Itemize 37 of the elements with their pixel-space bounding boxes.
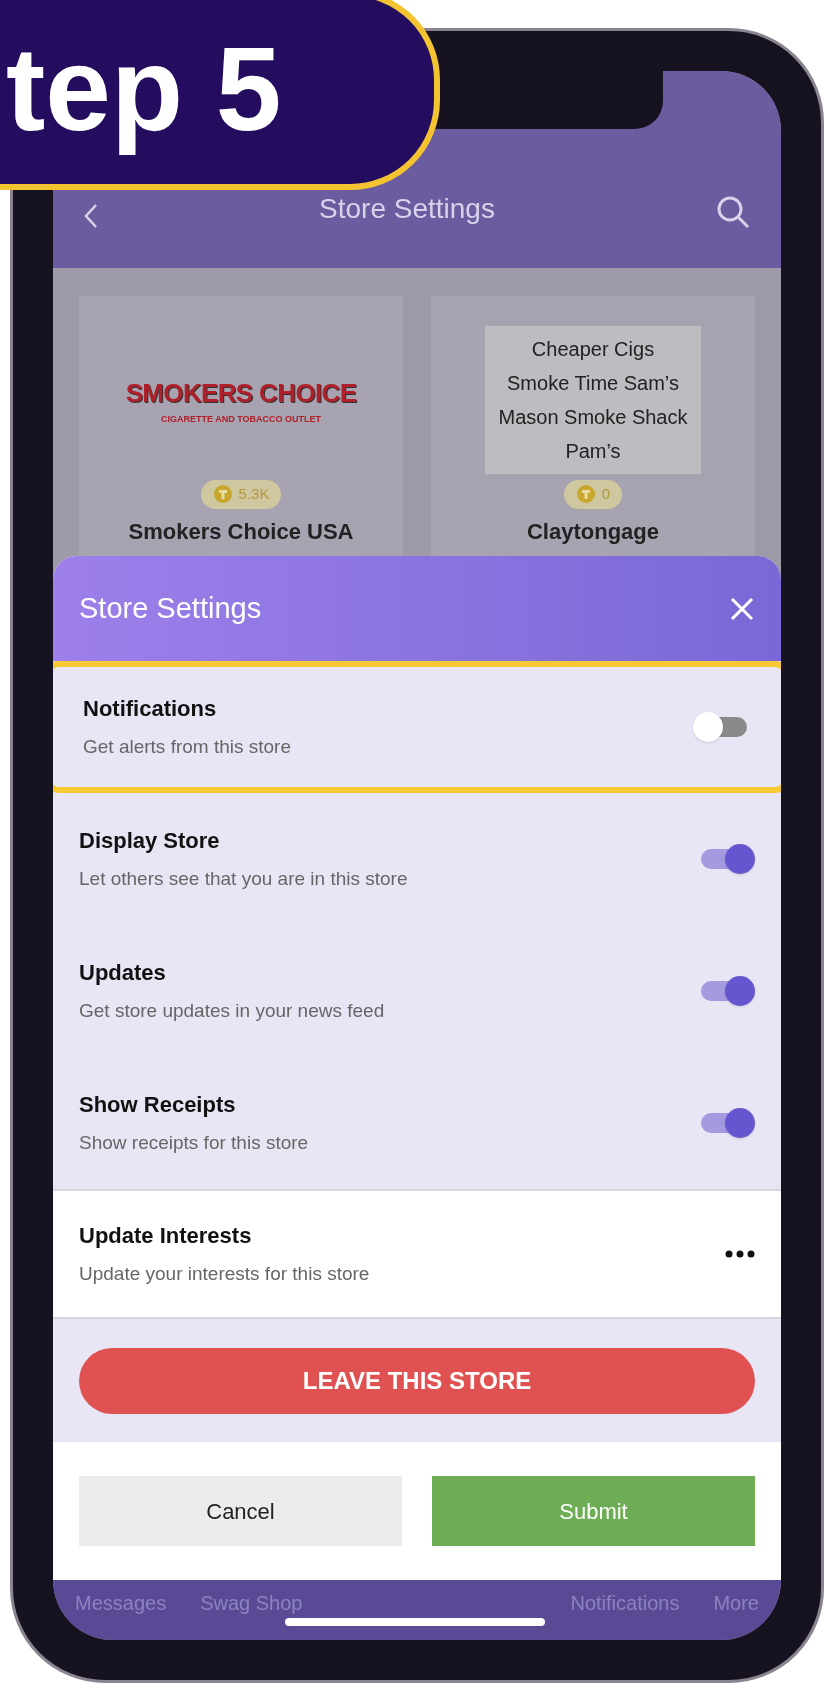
more-dots-icon[interactable] (725, 1250, 755, 1258)
store-name: Claytongage (527, 517, 659, 546)
search-icon[interactable] (715, 194, 751, 230)
setting-description: Get alerts from this store (83, 735, 291, 760)
logo-subtext: CIGARETTE AND TOBACCO OUTLET (161, 412, 321, 426)
submit-button[interactable]: Submit (432, 1476, 755, 1546)
setting-description: Update your interests for this store (79, 1262, 370, 1287)
store-alias: Pam’s (565, 439, 621, 464)
nav-item[interactable]: Notifications (570, 1588, 680, 1618)
points-count: 0 (601, 484, 611, 504)
logo-text: SMOKERS CHOICE (125, 376, 357, 410)
coin-icon (575, 484, 596, 505)
interests-row[interactable]: Update Interests Update your interests for this store (53, 1189, 781, 1319)
setting-title: Display Store (79, 827, 221, 856)
close-icon[interactable] (729, 595, 755, 622)
store-alias: Mason Smoke Shack (498, 405, 688, 430)
setting-description: Show receipts for this store (79, 1131, 309, 1156)
points-count: 5.3K (238, 484, 270, 504)
nav-item[interactable]: Swag Shop (200, 1588, 303, 1618)
nav-item[interactable]: More (713, 1588, 759, 1618)
setting-title: Notifications (83, 695, 218, 724)
setting-title: Show Receipts (79, 1091, 237, 1120)
header-title: Store Settings (319, 192, 495, 226)
nav-item[interactable]: Messages (75, 1588, 167, 1618)
coin-icon (212, 484, 233, 505)
sheet-title: Store Settings (79, 590, 262, 626)
store-alias: Smoke Time Sam’s (507, 371, 679, 396)
store-name: Smokers Choice USA (128, 517, 354, 546)
setting-title: Updates (79, 959, 167, 988)
back-chevron-icon[interactable] (83, 202, 99, 230)
setting-title: Update Interests (79, 1222, 253, 1251)
setting-description: Get store updates in your news feed (79, 999, 385, 1024)
step-label: tep 5 (6, 22, 282, 158)
store-alias: Cheaper Cigs (531, 337, 655, 362)
leave-store-button[interactable]: LEAVE THIS STORE (79, 1347, 755, 1414)
cancel-button[interactable]: Cancel (79, 1476, 402, 1546)
setting-description: Let others see that you are in this store (79, 867, 408, 892)
